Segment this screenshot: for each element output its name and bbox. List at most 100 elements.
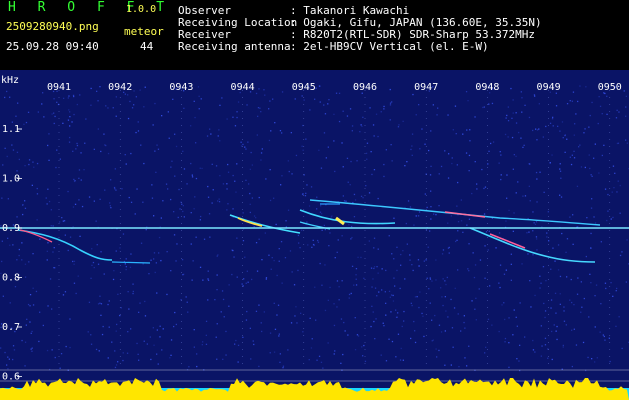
noise-speck bbox=[138, 311, 140, 313]
noise-speck bbox=[375, 113, 378, 115]
noise-speck bbox=[454, 287, 456, 289]
noise-speck bbox=[468, 243, 470, 245]
noise-speck bbox=[343, 200, 346, 202]
noise-speck bbox=[63, 220, 66, 222]
noise-speck bbox=[516, 358, 518, 360]
noise-speck bbox=[125, 258, 127, 260]
noise-speck bbox=[542, 266, 545, 268]
noise-speck bbox=[505, 220, 507, 222]
time-tick-label: 0945 bbox=[292, 82, 316, 93]
noise-speck bbox=[373, 237, 376, 239]
noise-speck bbox=[468, 345, 470, 347]
noise-speck bbox=[170, 354, 172, 356]
noise-speck bbox=[428, 149, 430, 152]
noise-speck bbox=[287, 209, 290, 211]
noise-speck bbox=[127, 331, 129, 333]
noise-speck bbox=[508, 317, 510, 319]
noise-speck bbox=[483, 106, 485, 108]
noise-speck bbox=[327, 103, 329, 105]
noise-speck bbox=[308, 205, 311, 207]
noise-speck bbox=[488, 230, 490, 232]
noise-speck bbox=[474, 308, 476, 310]
noise-speck bbox=[18, 254, 20, 257]
noise-speck bbox=[400, 347, 402, 350]
noise-speck bbox=[429, 278, 432, 280]
noise-speck bbox=[306, 184, 308, 186]
time-tick-label: 0941 bbox=[47, 82, 71, 93]
noise-speck bbox=[32, 253, 34, 255]
noise-speck bbox=[411, 264, 413, 266]
noise-speck bbox=[355, 268, 358, 270]
noise-speck bbox=[100, 251, 102, 253]
noise-speck bbox=[435, 279, 437, 281]
noise-speck bbox=[255, 242, 258, 244]
noise-speck bbox=[132, 283, 134, 285]
noise-speck bbox=[201, 344, 203, 346]
noise-speck bbox=[563, 320, 566, 322]
noise-speck bbox=[452, 346, 454, 348]
noise-speck bbox=[242, 212, 244, 214]
noise-speck bbox=[183, 107, 185, 109]
noise-speck bbox=[585, 86, 587, 88]
noise-speck bbox=[606, 219, 608, 222]
noise-speck bbox=[117, 293, 119, 295]
noise-speck bbox=[53, 122, 55, 125]
noise-speck bbox=[100, 314, 102, 316]
noise-speck bbox=[469, 140, 471, 142]
noise-speck bbox=[451, 327, 454, 329]
noise-speck bbox=[199, 266, 202, 268]
frequency-tick-label: 1.0 bbox=[2, 174, 20, 185]
noise-speck bbox=[216, 289, 218, 291]
noise-speck bbox=[287, 160, 289, 162]
noise-speck bbox=[159, 325, 161, 327]
noise-speck bbox=[43, 116, 45, 118]
noise-speck bbox=[393, 258, 395, 260]
noise-speck bbox=[410, 148, 412, 151]
noise-speck bbox=[376, 295, 378, 297]
noise-speck bbox=[520, 137, 522, 139]
noise-speck bbox=[343, 321, 345, 324]
noise-speck bbox=[377, 272, 379, 274]
noise-speck bbox=[534, 294, 536, 297]
noise-speck bbox=[362, 355, 364, 357]
noise-speck bbox=[124, 154, 126, 156]
noise-speck bbox=[293, 284, 296, 286]
noise-speck bbox=[91, 264, 93, 266]
noise-speck bbox=[151, 184, 153, 186]
noise-speck bbox=[335, 92, 338, 94]
noise-speck bbox=[395, 356, 397, 358]
noise-speck bbox=[150, 259, 152, 261]
noise-speck bbox=[217, 254, 219, 256]
noise-speck bbox=[338, 299, 340, 301]
noise-speck bbox=[569, 216, 571, 218]
noise-speck bbox=[251, 164, 253, 166]
noise-speck bbox=[534, 223, 537, 225]
noise-speck bbox=[336, 280, 339, 282]
noise-speck bbox=[438, 349, 440, 352]
noise-speck bbox=[345, 200, 347, 202]
noise-speck bbox=[190, 125, 192, 127]
noise-speck bbox=[440, 331, 443, 333]
noise-speck bbox=[205, 334, 207, 336]
noise-speck bbox=[414, 341, 417, 344]
frequency-tick-label: 0.9 bbox=[2, 223, 20, 234]
noise-speck bbox=[24, 276, 27, 278]
noise-speck bbox=[411, 145, 413, 147]
noise-speck bbox=[606, 113, 608, 115]
noise-speck bbox=[467, 100, 469, 102]
noise-speck bbox=[415, 114, 417, 116]
noise-speck bbox=[552, 247, 554, 249]
noise-speck bbox=[464, 327, 466, 329]
noise-speck bbox=[341, 235, 343, 237]
noise-speck bbox=[412, 269, 414, 272]
noise-speck bbox=[156, 292, 158, 294]
noise-speck bbox=[216, 323, 218, 325]
noise-speck bbox=[491, 102, 494, 105]
noise-speck bbox=[538, 128, 540, 130]
noise-speck bbox=[402, 120, 404, 122]
noise-speck bbox=[264, 94, 266, 96]
noise-speck bbox=[488, 150, 490, 152]
noise-speck bbox=[114, 366, 117, 369]
noise-speck bbox=[323, 224, 325, 227]
noise-speck bbox=[539, 287, 541, 289]
